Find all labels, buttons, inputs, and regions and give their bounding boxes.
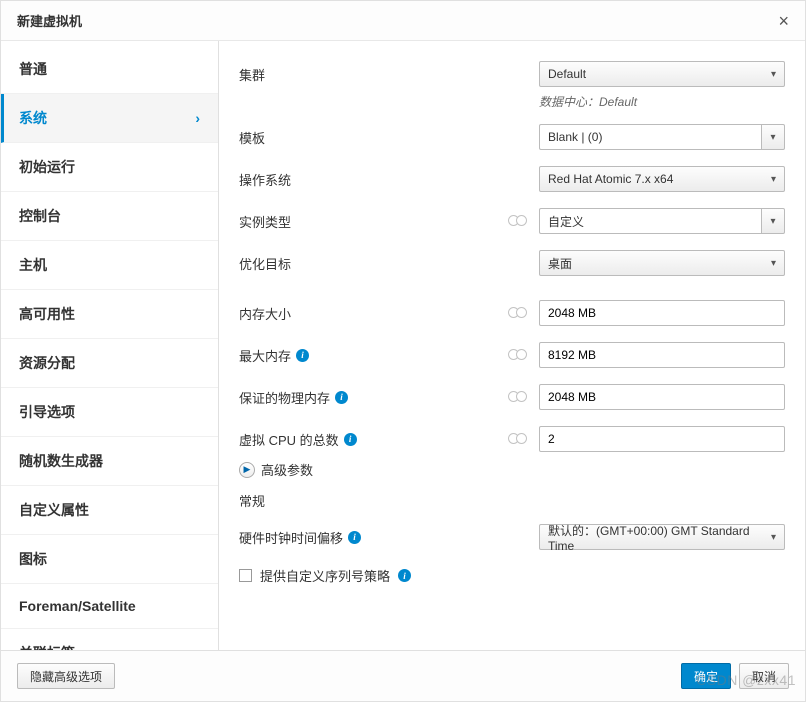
row-template: 模板 Blank | (0) ▾ bbox=[239, 124, 805, 150]
maxmem-input[interactable] bbox=[539, 342, 785, 368]
content-panel: 集群 Default ▾ 数据中心：Default 模板 Blank | (0) bbox=[219, 41, 805, 650]
sidebar-item-label: 自定义属性 bbox=[19, 500, 89, 520]
optimize-label: 优化目标 bbox=[239, 254, 489, 273]
optimize-select[interactable]: 桌面 ▾ bbox=[539, 250, 785, 276]
row-memory-size: 内存大小 bbox=[239, 300, 805, 326]
dialog-footer: 隐藏高级选项 确定 取消 bbox=[1, 650, 805, 701]
info-icon[interactable]: i bbox=[398, 569, 411, 582]
info-icon[interactable]: i bbox=[296, 349, 309, 362]
sidebar-item-label: 系统 bbox=[19, 108, 47, 128]
chevron-down-icon: ▾ bbox=[771, 258, 776, 269]
template-select[interactable]: Blank | (0) ▾ bbox=[539, 124, 785, 150]
link-icon bbox=[507, 348, 529, 362]
os-value: Red Hat Atomic 7.x x64 bbox=[548, 172, 673, 186]
memsize-label: 内存大小 bbox=[239, 304, 291, 323]
chevron-down-icon: ▾ bbox=[771, 174, 776, 185]
cluster-label: 集群 bbox=[239, 65, 489, 84]
chevron-down-icon[interactable]: ▾ bbox=[761, 208, 785, 234]
sidebar-item-icon[interactable]: 图标 bbox=[1, 535, 218, 584]
datacenter-text: 数据中心：Default bbox=[539, 93, 805, 110]
vcpu-label: 虚拟 CPU 的总数 bbox=[239, 430, 339, 449]
os-select[interactable]: Red Hat Atomic 7.x x64 ▾ bbox=[539, 166, 785, 192]
row-clock-offset: 硬件时钟时间偏移 i 默认的：(GMT+00:00) GMT Standard … bbox=[239, 524, 805, 550]
sidebar-item-foreman[interactable]: Foreman/Satellite bbox=[1, 584, 218, 629]
memsize-input[interactable] bbox=[539, 300, 785, 326]
row-optimize: 优化目标 桌面 ▾ bbox=[239, 250, 805, 276]
sidebar-item-label: 普通 bbox=[19, 59, 47, 79]
maxmem-label: 最大内存 bbox=[239, 346, 291, 365]
sidebar-item-rng[interactable]: 随机数生成器 bbox=[1, 437, 218, 486]
sidebar-item-label: 关联标签 bbox=[19, 643, 75, 650]
row-cluster: 集群 Default ▾ bbox=[239, 61, 805, 87]
advanced-params-label: 高级参数 bbox=[261, 460, 313, 479]
link-icon bbox=[507, 432, 529, 446]
info-icon[interactable]: i bbox=[348, 531, 361, 544]
clock-offset-label: 硬件时钟时间偏移 bbox=[239, 528, 343, 547]
expand-icon: ▶ bbox=[239, 462, 255, 478]
advanced-params-toggle[interactable]: ▶ 高级参数 bbox=[239, 460, 313, 479]
dialog-body: 普通 系统 › 初始运行 控制台 主机 高可用性 资源分配 引导选项 bbox=[1, 41, 805, 650]
guaranteed-label: 保证的物理内存 bbox=[239, 388, 330, 407]
clock-offset-select[interactable]: 默认的：(GMT+00:00) GMT Standard Time ▾ bbox=[539, 524, 785, 550]
row-os: 操作系统 Red Hat Atomic 7.x x64 ▾ bbox=[239, 166, 805, 192]
hide-advanced-button[interactable]: 隐藏高级选项 bbox=[17, 663, 115, 689]
row-serial-policy: 提供自定义序列号策略 i bbox=[239, 566, 805, 585]
sidebar-item-high-availability[interactable]: 高可用性 bbox=[1, 290, 218, 339]
sidebar-item-tags[interactable]: 关联标签 bbox=[1, 629, 218, 650]
chevron-down-icon[interactable]: ▾ bbox=[761, 124, 785, 150]
dialog-header: 新建虚拟机 × bbox=[1, 1, 805, 41]
cluster-select[interactable]: Default ▾ bbox=[539, 61, 785, 87]
sidebar: 普通 系统 › 初始运行 控制台 主机 高可用性 资源分配 引导选项 bbox=[1, 41, 219, 650]
instance-type-label: 实例类型 bbox=[239, 212, 489, 231]
chevron-down-icon: ▾ bbox=[771, 69, 776, 80]
sidebar-item-label: 引导选项 bbox=[19, 402, 75, 422]
os-label: 操作系统 bbox=[239, 170, 489, 189]
guaranteed-input[interactable] bbox=[539, 384, 785, 410]
sidebar-item-label: 资源分配 bbox=[19, 353, 75, 373]
row-max-memory: 最大内存 i bbox=[239, 342, 805, 368]
template-label: 模板 bbox=[239, 128, 489, 147]
vcpu-input[interactable] bbox=[539, 426, 785, 452]
info-icon[interactable]: i bbox=[344, 433, 357, 446]
instance-type-value: 自定义 bbox=[548, 213, 584, 230]
serial-policy-label: 提供自定义序列号策略 bbox=[260, 566, 390, 585]
template-value: Blank | (0) bbox=[548, 130, 602, 144]
general-section-title: 常规 bbox=[239, 491, 805, 510]
link-icon bbox=[507, 390, 529, 404]
cluster-value: Default bbox=[548, 67, 586, 81]
row-vcpu: 虚拟 CPU 的总数 i bbox=[239, 426, 805, 452]
link-icon bbox=[507, 214, 529, 228]
optimize-value: 桌面 bbox=[548, 255, 572, 272]
chevron-down-icon: ▾ bbox=[771, 532, 776, 543]
close-icon[interactable]: × bbox=[778, 12, 789, 30]
sidebar-item-general[interactable]: 普通 bbox=[1, 45, 218, 94]
sidebar-item-host[interactable]: 主机 bbox=[1, 241, 218, 290]
sidebar-item-initial-run[interactable]: 初始运行 bbox=[1, 143, 218, 192]
sidebar-item-resource-allocation[interactable]: 资源分配 bbox=[1, 339, 218, 388]
row-instance-type: 实例类型 自定义 ▾ bbox=[239, 208, 805, 234]
sidebar-item-custom-properties[interactable]: 自定义属性 bbox=[1, 486, 218, 535]
dialog-title: 新建虚拟机 bbox=[17, 11, 82, 30]
instance-type-select[interactable]: 自定义 ▾ bbox=[539, 208, 785, 234]
sidebar-item-label: 随机数生成器 bbox=[19, 451, 103, 471]
sidebar-item-label: 控制台 bbox=[19, 206, 61, 226]
sidebar-item-console[interactable]: 控制台 bbox=[1, 192, 218, 241]
sidebar-item-label: 图标 bbox=[19, 549, 47, 569]
row-guaranteed-memory: 保证的物理内存 i bbox=[239, 384, 805, 410]
sidebar-item-system[interactable]: 系统 › bbox=[1, 94, 218, 143]
sidebar-item-label: Foreman/Satellite bbox=[19, 598, 136, 614]
clock-offset-value: 默认的：(GMT+00:00) GMT Standard Time bbox=[548, 522, 771, 553]
link-icon bbox=[507, 306, 529, 320]
sidebar-item-label: 高可用性 bbox=[19, 304, 75, 324]
sidebar-item-label: 初始运行 bbox=[19, 157, 75, 177]
serial-policy-checkbox[interactable] bbox=[239, 569, 252, 582]
dialog: 新建虚拟机 × 普通 系统 › 初始运行 控制台 主机 高可用性 bbox=[0, 0, 806, 702]
info-icon[interactable]: i bbox=[335, 391, 348, 404]
cancel-button[interactable]: 取消 bbox=[739, 663, 789, 689]
sidebar-item-label: 主机 bbox=[19, 255, 47, 275]
sidebar-item-boot-options[interactable]: 引导选项 bbox=[1, 388, 218, 437]
chevron-right-icon: › bbox=[195, 110, 200, 126]
ok-button[interactable]: 确定 bbox=[681, 663, 731, 689]
